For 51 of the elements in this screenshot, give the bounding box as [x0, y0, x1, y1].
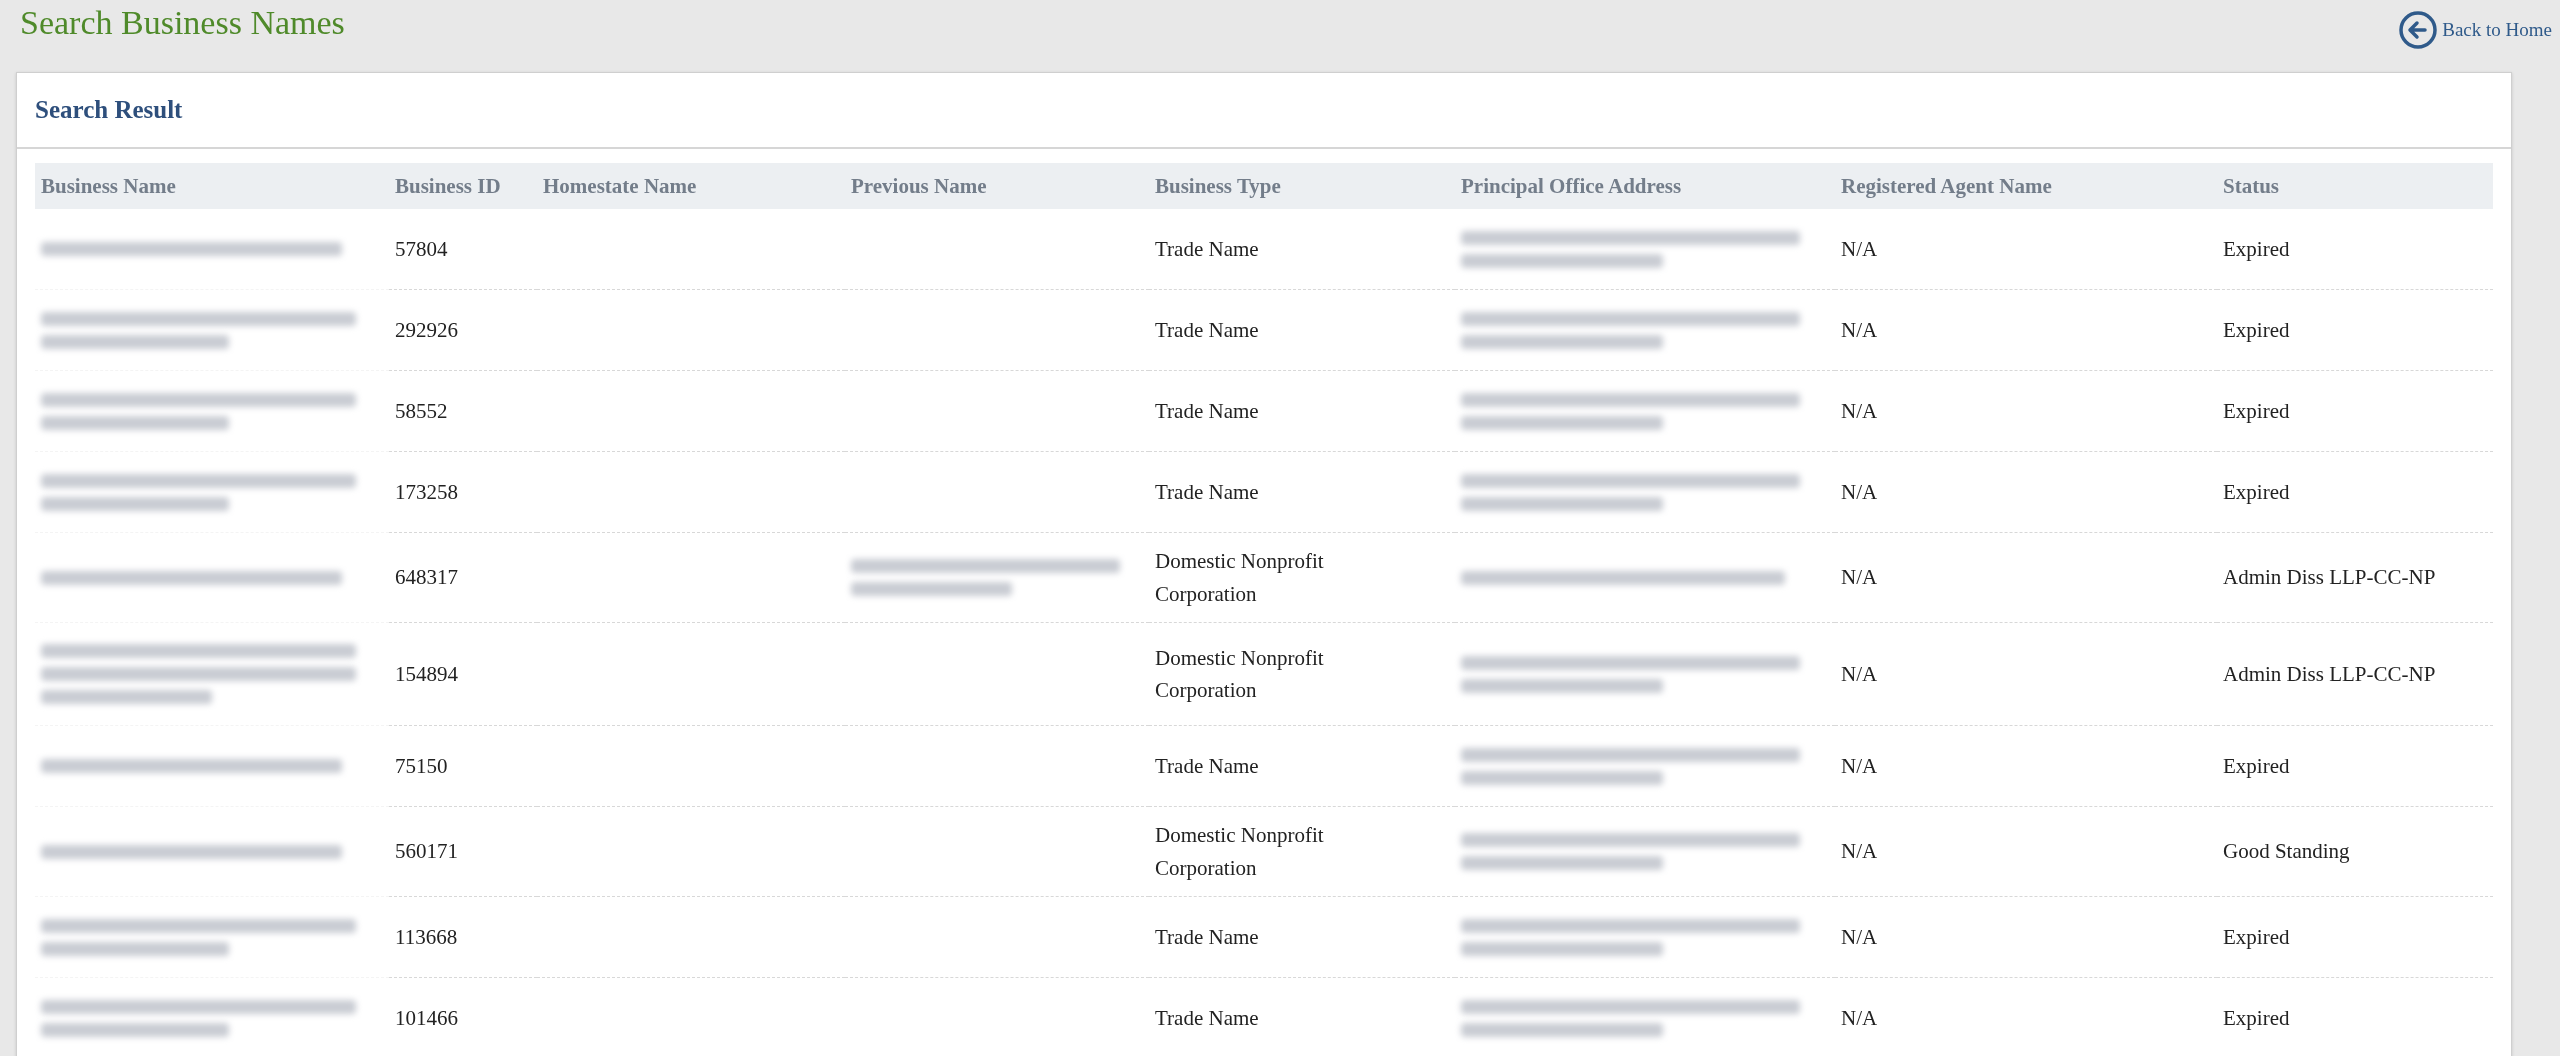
table-cell: 58552 [395, 398, 448, 423]
table-cell: Expired [2223, 317, 2290, 342]
table-cell: Trade Name [1155, 317, 1259, 342]
table-cell: 113668 [395, 924, 458, 949]
table-cell: N/A [1841, 924, 1878, 949]
table-cell: Expired [2223, 236, 2290, 261]
table-cell: N/A [1841, 661, 1878, 686]
table-cell: Expired [2223, 479, 2290, 504]
table-cell: N/A [1841, 753, 1878, 778]
table-cell: Expired [2223, 398, 2290, 423]
table-cell: 75150 [395, 753, 448, 778]
column-header: Business Type [1149, 163, 1455, 209]
table-cell: Trade Name [1155, 753, 1259, 778]
table-cell: 648317 [395, 565, 458, 590]
column-header: Previous Name [845, 163, 1149, 209]
table-cell: N/A [1841, 1005, 1878, 1030]
table-cell: Domestic Nonprofit Corporation [1155, 549, 1324, 606]
table-cell: Trade Name [1155, 1005, 1259, 1030]
page-title: Search Business Names [20, 4, 345, 42]
column-header: Registered Agent Name [1835, 163, 2217, 209]
back-to-home-link[interactable]: Back to Home [2398, 10, 2552, 50]
table-cell: 560171 [395, 839, 458, 864]
panel-title: Search Result [35, 96, 183, 124]
table-cell: Expired [2223, 924, 2290, 949]
table-cell: Domestic Nonprofit Corporation [1155, 645, 1324, 703]
table-cell: 292926 [395, 317, 458, 342]
table-cell: Expired [2223, 1005, 2290, 1030]
table-cell: 173258 [395, 479, 458, 504]
table-cell: Trade Name [1155, 236, 1259, 261]
column-header: Homestate Name [537, 163, 845, 209]
table-cell: N/A [1841, 479, 1878, 504]
table-cell: N/A [1841, 317, 1878, 342]
table-cell: N/A [1841, 839, 1878, 864]
column-header: Business ID [389, 163, 537, 209]
table-cell: Trade Name [1155, 398, 1259, 423]
table-cell: N/A [1841, 236, 1878, 261]
table-cell: Admin Diss LLP-CC-NP [2223, 661, 2436, 686]
table-cell: Trade Name [1155, 924, 1259, 949]
table-cell: Good Standing [2223, 839, 2350, 864]
table-cell: Trade Name [1155, 479, 1259, 504]
table-cell: Expired [2223, 753, 2290, 778]
column-header: Principal Office Address [1455, 163, 1835, 209]
table-cell: Admin Diss LLP-CC-NP [2223, 565, 2436, 590]
table-cell: 154894 [395, 661, 458, 686]
column-header: Status [2217, 163, 2493, 209]
column-header: Business Name [35, 163, 389, 209]
table-cell: 101466 [395, 1005, 458, 1030]
table-cell: Domestic Nonprofit Corporation [1155, 823, 1324, 880]
table-cell: N/A [1841, 398, 1878, 423]
table-cell: N/A [1841, 565, 1878, 590]
table-cell: 57804 [395, 236, 448, 261]
